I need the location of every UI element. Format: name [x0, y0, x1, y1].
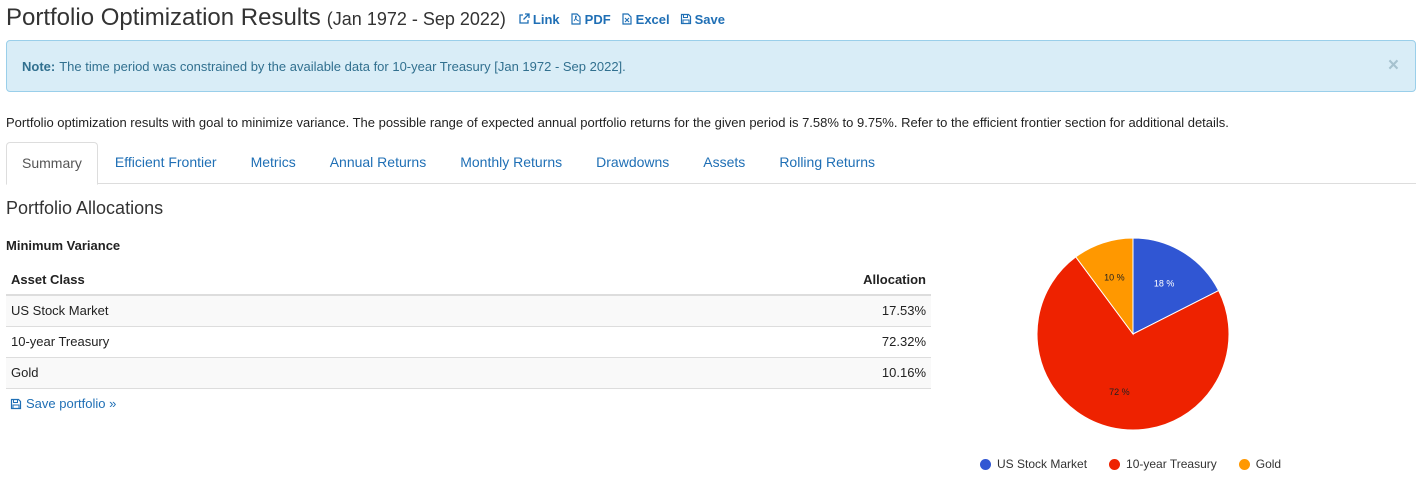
- tab-rolling-returns[interactable]: Rolling Returns: [762, 142, 892, 183]
- link-button[interactable]: Link: [518, 12, 560, 27]
- legend-label: Gold: [1255, 457, 1282, 471]
- allocation-table: Asset Class Allocation US Stock Market 1…: [6, 264, 931, 389]
- tab-efficient-frontier[interactable]: Efficient Frontier: [98, 142, 234, 183]
- page-title: Portfolio Optimization Results: [6, 4, 321, 31]
- tab-summary[interactable]: Summary: [6, 142, 98, 185]
- results-tabs: Summary Efficient Frontier Metrics Annua…: [6, 142, 1416, 185]
- pdf-button[interactable]: PDF: [570, 12, 611, 27]
- save-button[interactable]: Save: [680, 12, 725, 27]
- save-portfolio-label: Save portfolio »: [26, 396, 117, 411]
- tab-drawdowns[interactable]: Drawdowns: [579, 142, 686, 183]
- column-header-allocation: Allocation: [558, 264, 931, 296]
- allocation-cell: 10.16%: [558, 357, 931, 389]
- table-row: Gold 10.16%: [6, 357, 931, 389]
- close-icon[interactable]: ×: [1388, 56, 1399, 76]
- floppy-disk-icon: [10, 398, 22, 409]
- tab-assets[interactable]: Assets: [686, 142, 762, 183]
- tab-monthly-returns[interactable]: Monthly Returns: [443, 142, 579, 183]
- portfolio-subtitle: Minimum Variance: [6, 238, 121, 253]
- note-alert: Note: The time period was constrained by…: [6, 40, 1416, 92]
- pie-chart-svg: 18 % 72 % 10 %: [1036, 237, 1230, 431]
- pdf-file-icon: [571, 13, 581, 25]
- note-text: The time period was constrained by the a…: [59, 58, 626, 74]
- table-row: US Stock Market 17.53%: [6, 295, 931, 327]
- floppy-disk-icon: [680, 13, 691, 25]
- page-header: Portfolio Optimization Results (Jan 1972…: [6, 4, 725, 32]
- legend-swatch: [980, 458, 991, 470]
- legend-label: 10-year Treasury: [1126, 457, 1217, 471]
- column-header-asset: Asset Class: [6, 264, 559, 296]
- asset-cell: US Stock Market: [6, 295, 559, 327]
- pie-data-label: 72 %: [1109, 387, 1130, 397]
- pdf-label: PDF: [584, 11, 611, 27]
- note-label: Note:: [22, 58, 56, 74]
- save-portfolio-link[interactable]: Save portfolio »: [10, 396, 116, 411]
- table-row: 10-year Treasury 72.32%: [6, 326, 931, 358]
- pie-data-label: 18 %: [1154, 278, 1175, 288]
- allocation-cell: 17.53%: [558, 295, 931, 327]
- external-link-icon: [519, 13, 530, 24]
- chart-legend: US Stock Market 10-year Treasury Gold: [980, 457, 1281, 471]
- legend-item[interactable]: Gold: [1238, 457, 1282, 471]
- asset-cell: Gold: [6, 357, 559, 389]
- excel-label: Excel: [635, 11, 670, 27]
- table-header-row: Asset Class Allocation: [6, 264, 931, 296]
- legend-item[interactable]: US Stock Market: [980, 457, 1087, 471]
- section-title: Portfolio Allocations: [6, 198, 164, 218]
- tab-metrics[interactable]: Metrics: [234, 142, 313, 183]
- link-label: Link: [532, 11, 560, 27]
- legend-swatch: [1109, 458, 1121, 470]
- results-description: Portfolio optimization results with goal…: [6, 115, 1229, 130]
- legend-swatch: [1238, 458, 1250, 470]
- save-label: Save: [694, 11, 726, 27]
- excel-file-icon: [622, 13, 632, 25]
- legend-item[interactable]: 10-year Treasury: [1109, 457, 1217, 471]
- tab-annual-returns[interactable]: Annual Returns: [313, 142, 444, 183]
- excel-button[interactable]: Excel: [621, 12, 670, 27]
- allocation-pie-chart: 18 % 72 % 10 %: [960, 220, 1320, 480]
- pie-data-label: 10 %: [1104, 272, 1125, 282]
- legend-label: US Stock Market: [997, 457, 1088, 471]
- page-period: (Jan 1972 - Sep 2022): [326, 9, 506, 29]
- allocation-cell: 72.32%: [558, 326, 931, 358]
- asset-cell: 10-year Treasury: [6, 326, 559, 358]
